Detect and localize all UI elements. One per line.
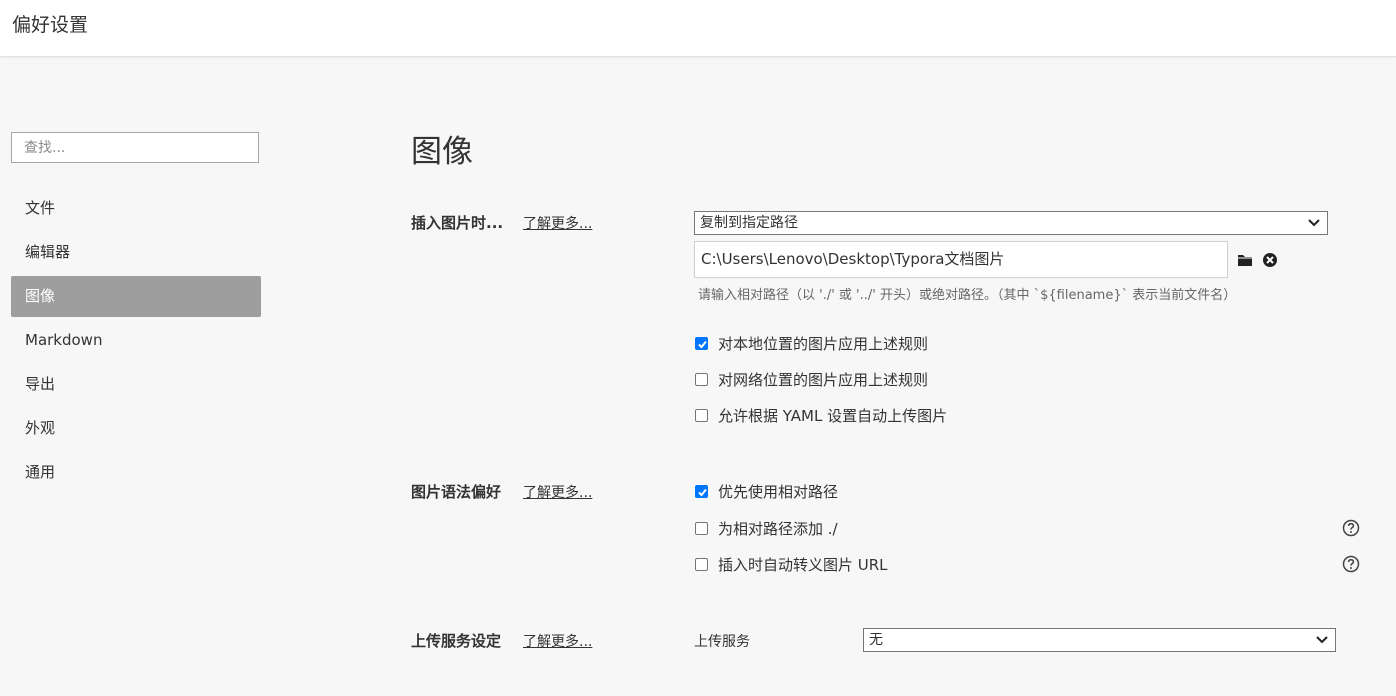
sidebar-item-editor[interactable]: 编辑器 bbox=[11, 232, 261, 273]
syntax-learn-more-link[interactable]: 了解更多... bbox=[523, 482, 592, 502]
sidebar-item-appearance[interactable]: 外观 bbox=[11, 408, 261, 449]
sidebar-item-general[interactable]: 通用 bbox=[11, 452, 261, 493]
help-icon[interactable] bbox=[1342, 519, 1360, 537]
upload-service-field-label: 上传服务 bbox=[694, 634, 750, 650]
page-title: 图像 bbox=[411, 134, 473, 170]
sidebar-nav: 文件 编辑器 图像 Markdown 导出 外观 通用 bbox=[11, 188, 261, 496]
sidebar-item-export[interactable]: 导出 bbox=[11, 364, 261, 405]
checkmark-icon bbox=[698, 488, 707, 496]
chevron-down-icon bbox=[1308, 219, 1320, 227]
checkmark-icon bbox=[698, 340, 707, 348]
insert-action-value: 复制到指定路径 bbox=[700, 215, 798, 231]
insert-action-select[interactable]: 复制到指定路径 bbox=[694, 211, 1328, 235]
clear-icon[interactable] bbox=[1262, 252, 1278, 268]
checkbox-local[interactable] bbox=[695, 336, 708, 350]
upload-learn-more-link[interactable]: 了解更多... bbox=[523, 631, 592, 651]
checkbox-yaml-upload[interactable] bbox=[695, 408, 708, 422]
chevron-down-icon bbox=[1316, 636, 1328, 644]
checkbox-escape-url[interactable] bbox=[695, 557, 708, 571]
title-bar: 偏好设置 bbox=[0, 0, 1396, 57]
folder-icon[interactable] bbox=[1237, 252, 1253, 268]
help-icon[interactable] bbox=[1342, 555, 1360, 573]
syntax-pref-label: 图片语法偏好 bbox=[411, 483, 502, 501]
upload-service-label: 上传服务设定 bbox=[411, 632, 502, 650]
insert-option-yaml-upload[interactable]: 允许根据 YAML 设置自动上传图片 bbox=[695, 405, 947, 425]
sidebar-item-file[interactable]: 文件 bbox=[11, 188, 261, 229]
upload-service-value: 无 bbox=[869, 632, 883, 648]
syntax-option-escape-url[interactable]: 插入时自动转义图片 URL bbox=[695, 554, 888, 574]
path-hint: 请输入相对路径（以 './' 或 '../' 开头）或绝对路径。（其中 `${f… bbox=[698, 288, 1237, 303]
sidebar-item-markdown[interactable]: Markdown bbox=[11, 320, 261, 361]
window-title: 偏好设置 bbox=[12, 14, 89, 36]
search-input[interactable] bbox=[11, 132, 259, 163]
image-path-input[interactable]: C:\Users\Lenovo\Desktop\Typora文档图片 bbox=[694, 241, 1228, 278]
checkbox-dot-slash[interactable] bbox=[695, 521, 708, 535]
insert-option-local[interactable]: 对本地位置的图片应用上述规则 bbox=[695, 333, 928, 353]
insert-learn-more-link[interactable]: 了解更多... bbox=[523, 213, 592, 233]
sidebar-item-image[interactable]: 图像 bbox=[11, 276, 261, 317]
insert-option-network[interactable]: 对网络位置的图片应用上述规则 bbox=[695, 369, 928, 389]
syntax-option-dot-slash[interactable]: 为相对路径添加 ./ bbox=[695, 518, 838, 538]
syntax-option-relative[interactable]: 优先使用相对路径 bbox=[695, 481, 838, 501]
checkbox-relative[interactable] bbox=[695, 484, 708, 498]
upload-service-select[interactable]: 无 bbox=[863, 628, 1336, 652]
checkbox-network[interactable] bbox=[695, 372, 708, 386]
insert-image-label: 插入图片时... bbox=[411, 214, 504, 232]
